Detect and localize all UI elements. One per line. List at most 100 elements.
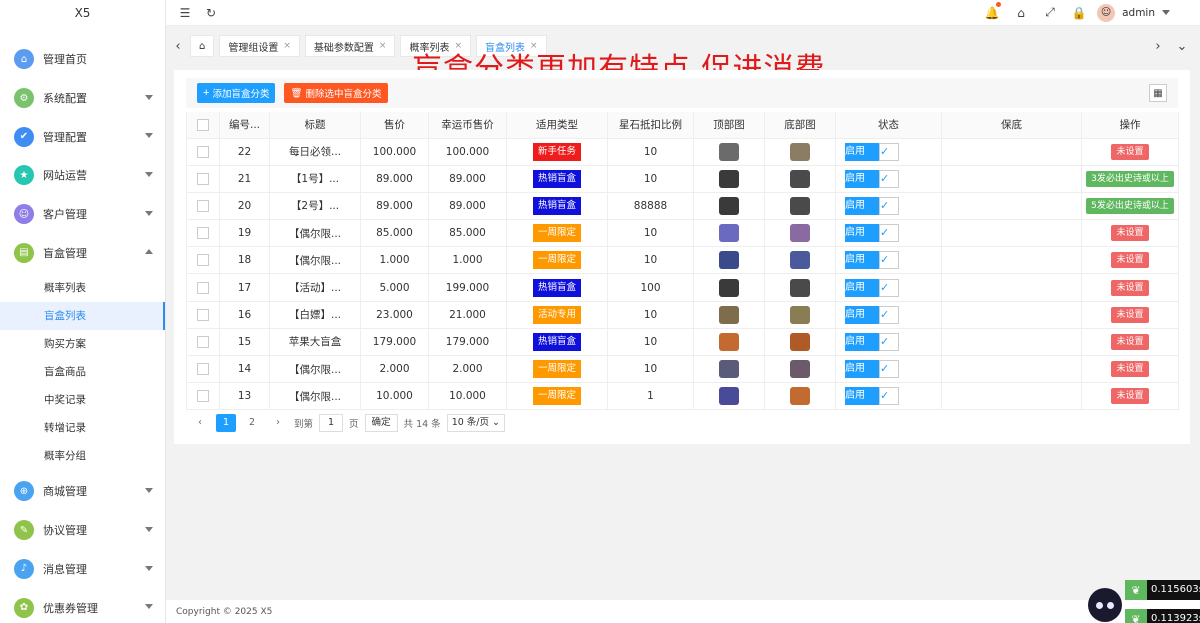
refresh-icon[interactable]: ↻ — [200, 2, 222, 24]
close-icon[interactable]: × — [454, 41, 462, 51]
status-toggle[interactable]: 启用 ✓ — [845, 332, 899, 351]
sidebar-item-star[interactable]: ★ 网站运营 — [0, 156, 165, 195]
top-image-thumbnail[interactable] — [719, 278, 739, 297]
sidebar-item-user[interactable]: ☺ 客户管理 — [0, 195, 165, 234]
notification-bell-icon[interactable]: 🔔 — [981, 1, 1003, 24]
status-toggle[interactable]: 启用 ✓ — [845, 196, 899, 215]
tab-home[interactable]: ⌂ — [190, 35, 215, 57]
submenu-item[interactable]: 购买方案 — [0, 330, 165, 358]
add-blindbox-category-button[interactable]: + 添加盲盒分类 — [197, 83, 276, 103]
column-header[interactable]: 操作 — [1081, 112, 1179, 139]
sidebar-item-coupon[interactable]: ✿ 优惠券管理 — [0, 588, 165, 623]
sidebar-item-settings[interactable]: ⚙ 系统配置 — [0, 79, 165, 118]
top-image-thumbnail[interactable] — [719, 251, 739, 270]
bottom-image-thumbnail[interactable] — [790, 224, 810, 243]
bottom-image-thumbnail[interactable] — [790, 169, 810, 188]
column-settings-icon[interactable]: ▦ — [1149, 84, 1167, 102]
sidebar-item-edit[interactable]: ✎ 协议管理 — [0, 511, 165, 550]
status-toggle[interactable]: 启用 ✓ — [845, 360, 899, 379]
close-icon[interactable]: × — [530, 41, 538, 51]
submenu-item[interactable]: 中奖记录 — [0, 386, 165, 414]
top-image-thumbnail[interactable] — [719, 169, 739, 188]
column-header[interactable]: 幸运币售价 — [428, 112, 507, 139]
top-image-thumbnail[interactable] — [719, 387, 739, 406]
sidebar-item-box[interactable]: ▤ 盲盒管理 — [0, 233, 165, 272]
delete-selected-button[interactable]: 🗑 删除选中盲盒分类 — [284, 83, 388, 103]
pagination-next-icon[interactable]: › — [268, 414, 288, 432]
bottom-image-thumbnail[interactable] — [790, 142, 810, 161]
bottom-image-thumbnail[interactable] — [790, 251, 810, 270]
status-toggle[interactable]: 启用 ✓ — [845, 224, 899, 243]
row-checkbox[interactable] — [197, 281, 209, 294]
column-header[interactable]: 适用类型 — [506, 112, 608, 139]
pagination-page[interactable]: 1 — [216, 414, 236, 432]
row-checkbox[interactable] — [197, 172, 209, 185]
status-toggle[interactable]: 启用 ✓ — [845, 142, 899, 161]
top-image-thumbnail[interactable] — [719, 224, 739, 243]
pagination-page[interactable]: 2 — [242, 414, 262, 432]
submenu-item[interactable]: 盲盒商品 — [0, 358, 165, 386]
assistant-robot-icon[interactable] — [1088, 588, 1122, 622]
top-image-thumbnail[interactable] — [719, 196, 739, 215]
pagination-prev-icon[interactable]: ‹ — [190, 414, 210, 432]
column-header[interactable]: 底部图 — [764, 112, 836, 139]
submenu-item[interactable]: 盲盒列表 — [0, 302, 165, 331]
goto-page-input[interactable]: 1 — [319, 414, 344, 432]
row-checkbox[interactable] — [197, 308, 209, 321]
top-image-thumbnail[interactable] — [719, 360, 739, 379]
column-header[interactable]: 星石抵扣比例 — [607, 112, 694, 139]
status-toggle[interactable]: 启用 ✓ — [845, 251, 899, 270]
row-checkbox[interactable] — [197, 254, 209, 267]
row-checkbox[interactable] — [197, 227, 209, 240]
avatar[interactable]: ☺ — [1097, 3, 1116, 22]
status-toggle[interactable]: 启用 ✓ — [845, 387, 899, 406]
top-image-thumbnail[interactable] — [719, 305, 739, 324]
close-icon[interactable]: × — [379, 41, 387, 51]
top-image-thumbnail[interactable] — [719, 142, 739, 161]
page-tab[interactable]: 基础参数配置 × — [304, 35, 396, 57]
column-header[interactable]: 状态 — [835, 112, 942, 139]
bottom-image-thumbnail[interactable] — [790, 360, 810, 379]
lock-icon[interactable]: 🔒 — [1068, 2, 1090, 24]
column-header[interactable]: 标题 — [269, 112, 361, 139]
tag-icon[interactable]: ⌂ — [1010, 2, 1032, 24]
bottom-image-thumbnail[interactable] — [790, 196, 810, 215]
submenu-item[interactable]: 概率列表 — [0, 274, 165, 302]
status-toggle[interactable]: 启用 ✓ — [845, 169, 899, 188]
sidebar-item-home[interactable]: ⌂ 管理首页 — [0, 40, 165, 79]
row-checkbox[interactable] — [197, 390, 209, 403]
submenu-item[interactable]: 概率分组 — [0, 442, 165, 470]
row-checkbox[interactable] — [197, 145, 209, 158]
username[interactable]: admin — [1122, 7, 1155, 19]
page-size-select[interactable]: 10 条/页 ⌄ — [446, 414, 505, 432]
sidebar-item-shield[interactable]: ✔ 管理配置 — [0, 117, 165, 156]
top-image-thumbnail[interactable] — [719, 332, 739, 351]
goto-confirm-button[interactable]: 确定 — [364, 414, 398, 432]
chevron-down-icon[interactable] — [1162, 10, 1170, 15]
status-toggle[interactable]: 启用 ✓ — [845, 305, 899, 324]
tabs-dropdown-icon[interactable]: ⌄ — [1170, 34, 1194, 58]
column-header[interactable]: 编号... — [219, 112, 270, 139]
column-header[interactable]: 保底 — [941, 112, 1082, 139]
status-toggle[interactable]: 启用 ✓ — [845, 278, 899, 297]
bottom-image-thumbnail[interactable] — [790, 278, 810, 297]
row-checkbox[interactable] — [197, 335, 209, 348]
page-tab[interactable]: 管理组设置 × — [219, 35, 300, 57]
sidebar-item-cart[interactable]: ⊕ 商城管理 — [0, 472, 165, 511]
menu-toggle-icon[interactable]: ☰ — [174, 2, 196, 24]
select-all-checkbox[interactable] — [197, 118, 209, 131]
tabs-scroll-right-icon[interactable]: › — [1146, 34, 1170, 58]
page-tab[interactable]: 盲盒列表 × — [476, 35, 547, 57]
row-checkbox[interactable] — [197, 199, 209, 212]
column-header[interactable]: 顶部图 — [693, 112, 765, 139]
row-checkbox[interactable] — [197, 363, 209, 376]
tabs-scroll-left-icon[interactable]: ‹ — [166, 34, 190, 58]
bottom-image-thumbnail[interactable] — [790, 305, 810, 324]
close-icon[interactable]: × — [283, 41, 291, 51]
column-header[interactable]: 售价 — [360, 112, 429, 139]
sidebar-item-bell[interactable]: ♪ 消息管理 — [0, 550, 165, 589]
fullscreen-icon[interactable]: ⤢ — [1039, 2, 1061, 24]
submenu-item[interactable]: 转增记录 — [0, 414, 165, 442]
bottom-image-thumbnail[interactable] — [790, 332, 810, 351]
bottom-image-thumbnail[interactable] — [790, 387, 810, 406]
